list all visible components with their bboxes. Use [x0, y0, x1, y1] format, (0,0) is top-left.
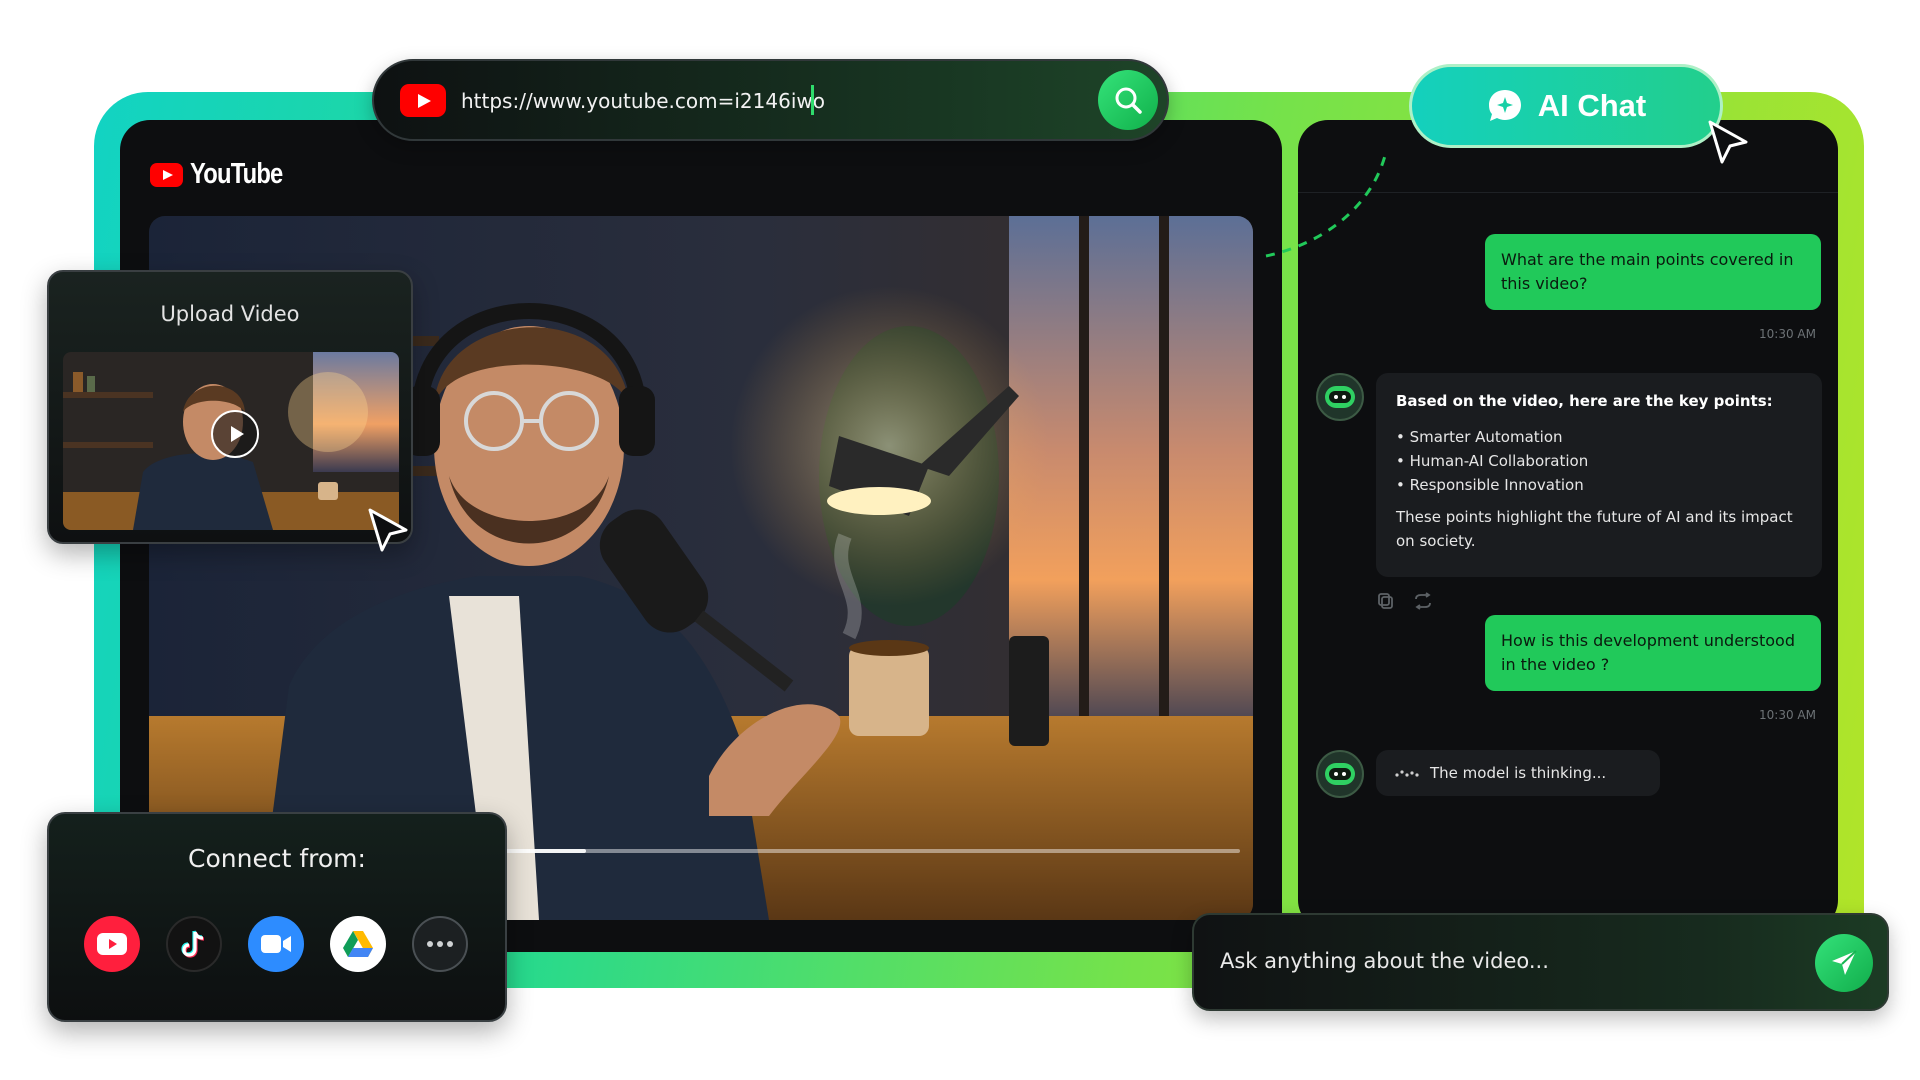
google-drive-source-button[interactable] — [330, 916, 386, 972]
tiktok-icon — [181, 930, 205, 958]
bot-avatar — [1316, 750, 1364, 798]
key-points-list: Smarter Automation Human-AI Collaboratio… — [1396, 425, 1802, 497]
zoom-icon — [261, 935, 291, 953]
youtube-icon — [400, 84, 446, 117]
more-icon — [427, 941, 453, 947]
copy-icon[interactable] — [1377, 592, 1395, 610]
zoom-source-button[interactable] — [248, 916, 304, 972]
tiktok-source-button[interactable] — [166, 916, 222, 972]
send-button[interactable] — [1815, 934, 1873, 992]
ai-chat-tab[interactable]: AI Chat — [1409, 64, 1723, 148]
stage: YouTube https://www.youtube.com=i2146iwo… — [0, 0, 1920, 1080]
url-text[interactable]: https://www.youtube.com=i2146iwo — [461, 89, 825, 113]
message-time-1: 10:30 AM — [1759, 327, 1816, 341]
google-drive-icon — [343, 931, 373, 957]
youtube-brand-text: YouTube — [190, 158, 283, 190]
bot-message-1: Based on the video, here are the key poi… — [1376, 373, 1822, 577]
bot-message-summary: These points highlight the future of AI … — [1396, 508, 1793, 550]
ai-chat-tab-label: AI Chat — [1537, 88, 1647, 123]
bot-message-heading: Based on the video, here are the key poi… — [1396, 392, 1773, 410]
youtube-source-button[interactable] — [84, 916, 140, 972]
user-message-2: How is this development understood in th… — [1485, 615, 1821, 691]
send-icon — [1832, 950, 1857, 975]
text-caret — [811, 85, 814, 115]
upload-video-title: Upload Video — [160, 302, 300, 326]
youtube-icon — [150, 162, 183, 187]
search-icon — [1115, 87, 1142, 114]
connect-from-title: Connect from: — [188, 844, 366, 873]
loading-dots-icon — [1395, 770, 1419, 777]
url-bar[interactable]: https://www.youtube.com=i2146iwo — [372, 59, 1169, 141]
play-button[interactable] — [211, 410, 259, 458]
chat-input[interactable]: Ask anything about the video... — [1192, 913, 1889, 1011]
mouse-cursor-icon — [1708, 120, 1748, 164]
upload-video-card[interactable]: Upload Video — [47, 270, 413, 544]
chat-sparkle-icon — [1488, 90, 1521, 121]
user-message-1: What are the main points covered in this… — [1485, 234, 1821, 310]
source-list — [84, 916, 468, 972]
message-time-2: 10:30 AM — [1759, 708, 1816, 722]
thinking-text: The model is thinking... — [1430, 764, 1607, 782]
search-button[interactable] — [1098, 70, 1158, 130]
video-progress-bar[interactable] — [480, 849, 1240, 853]
key-point: Smarter Automation — [1396, 425, 1802, 449]
connect-from-card: Connect from: — [47, 812, 507, 1022]
bot-face-icon — [1325, 763, 1355, 785]
regenerate-icon[interactable] — [1413, 592, 1433, 610]
mouse-cursor-icon — [368, 508, 408, 552]
dashed-connector — [1265, 151, 1388, 258]
youtube-logo: YouTube — [150, 158, 303, 191]
chat-input-placeholder: Ask anything about the video... — [1220, 949, 1549, 973]
bot-avatar — [1316, 373, 1364, 421]
key-point: Human-AI Collaboration — [1396, 449, 1802, 473]
message-actions — [1377, 592, 1433, 610]
thinking-indicator: The model is thinking... — [1376, 750, 1660, 796]
more-sources-button[interactable] — [412, 916, 468, 972]
youtube-icon — [97, 933, 127, 955]
key-point: Responsible Innovation — [1396, 473, 1802, 497]
bot-face-icon — [1325, 386, 1355, 408]
